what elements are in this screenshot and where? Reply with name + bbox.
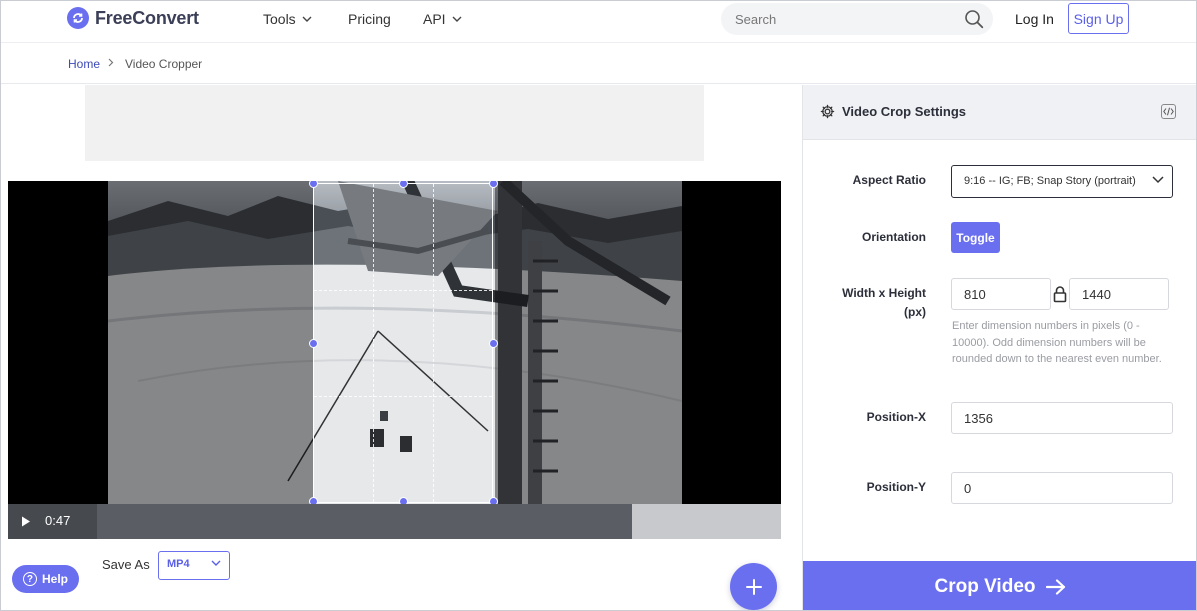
settings-header: Video Crop Settings — [803, 85, 1196, 140]
chevron-down-icon — [211, 560, 221, 566]
settings-panel: Video Crop Settings Aspect Ratio 9:16 --… — [802, 85, 1196, 610]
aspect-ratio-value: 9:16 -- IG; FB; Snap Story (portrait) — [964, 175, 1136, 187]
help-button[interactable]: ? Help — [12, 565, 79, 593]
width-field — [951, 278, 1051, 310]
crop-video-button[interactable]: Crop Video — [803, 561, 1196, 610]
nav-tools[interactable]: Tools — [263, 11, 312, 27]
plus-icon — [745, 578, 762, 595]
crop-handle-right[interactable] — [489, 339, 498, 348]
seek-buffer — [632, 504, 781, 539]
width-height-label-line1: Width x Height — [842, 286, 926, 300]
breadcrumb-current: Video Cropper — [125, 57, 203, 71]
nav-api[interactable]: API — [423, 11, 462, 27]
crop-handle-top[interactable] — [399, 181, 408, 188]
nav-api-label: API — [423, 11, 446, 27]
search-icon[interactable] — [964, 9, 984, 29]
position-x-field — [951, 402, 1173, 434]
aspect-ratio-select[interactable]: 9:16 -- IG; FB; Snap Story (portrait) — [951, 165, 1173, 198]
nav-pricing-label: Pricing — [348, 11, 391, 27]
dimension-hint: Enter dimension numbers in pixels (0 - 1… — [952, 320, 1162, 365]
chevron-down-icon — [452, 16, 462, 22]
search-box — [721, 3, 993, 35]
logo[interactable]: FreeConvert — [67, 7, 199, 29]
crop-grid-line — [314, 290, 492, 291]
width-input[interactable] — [964, 287, 1043, 302]
orientation-label: Orientation — [861, 230, 926, 244]
add-file-button[interactable] — [730, 563, 777, 610]
chevron-down-icon — [302, 16, 312, 22]
logo-icon — [67, 7, 89, 29]
position-y-label: Position-Y — [866, 480, 926, 494]
position-x-input[interactable] — [964, 411, 1140, 426]
play-button[interactable] — [8, 504, 43, 539]
search-input[interactable] — [735, 9, 955, 29]
width-height-label-line2: (px) — [904, 305, 926, 319]
login-link[interactable]: Log In — [1015, 11, 1054, 27]
time-display: 0:47 — [45, 513, 71, 528]
seek-bar[interactable] — [97, 504, 781, 539]
video-player: 0:47 — [8, 181, 781, 539]
gear-icon — [820, 104, 835, 119]
height-field — [1069, 278, 1169, 310]
breadcrumb-home[interactable]: Home — [68, 57, 100, 71]
position-x-label: Position-X — [866, 410, 926, 424]
crop-video-label: Crop Video — [934, 575, 1036, 597]
lock-icon[interactable] — [1053, 286, 1067, 303]
top-navbar: FreeConvert Tools Pricing API Log In Sig… — [1, 1, 1196, 43]
arrow-right-icon — [1045, 578, 1065, 595]
page: FreeConvert Tools Pricing API Log In Sig… — [0, 0, 1197, 611]
breadcrumb: Home Video Cropper — [1, 44, 1196, 84]
code-embed-button[interactable] — [1161, 104, 1176, 119]
crop-grid-line — [433, 184, 434, 502]
crop-grid-line — [314, 396, 492, 397]
save-as-select[interactable]: MP4 — [158, 551, 230, 580]
orientation-toggle-button[interactable]: Toggle — [951, 222, 1000, 253]
width-height-label: Width x Height (px) — [811, 284, 926, 322]
crop-mask-right — [495, 181, 682, 504]
crop-mask-left — [108, 181, 313, 504]
chevron-right-icon — [108, 58, 114, 67]
logo-text: FreeConvert — [95, 7, 199, 28]
signup-button[interactable]: Sign Up — [1068, 3, 1129, 34]
height-input[interactable] — [1082, 287, 1161, 302]
save-as-value: MP4 — [167, 558, 190, 570]
ad-placeholder — [85, 85, 704, 161]
code-icon — [1163, 107, 1174, 116]
question-icon: ? — [22, 572, 37, 586]
chevron-down-icon — [1152, 176, 1164, 184]
player-controls: 0:47 — [8, 504, 781, 539]
play-icon — [21, 516, 30, 527]
crop-selection-box[interactable] — [309, 181, 498, 506]
position-y-field — [951, 472, 1173, 504]
editor-area: 0:47 ? Help Save As MP4 — [1, 85, 802, 610]
position-y-input[interactable] — [964, 481, 1140, 496]
nav-pricing[interactable]: Pricing — [348, 11, 391, 27]
crop-handle-top-left[interactable] — [309, 181, 318, 188]
settings-title: Video Crop Settings — [842, 104, 966, 119]
nav-tools-label: Tools — [263, 11, 296, 27]
help-label: Help — [41, 572, 68, 586]
crop-grid-line — [373, 184, 374, 502]
crop-handle-left[interactable] — [309, 339, 318, 348]
aspect-ratio-label: Aspect Ratio — [852, 173, 926, 187]
save-as-label: Save As — [102, 557, 150, 572]
